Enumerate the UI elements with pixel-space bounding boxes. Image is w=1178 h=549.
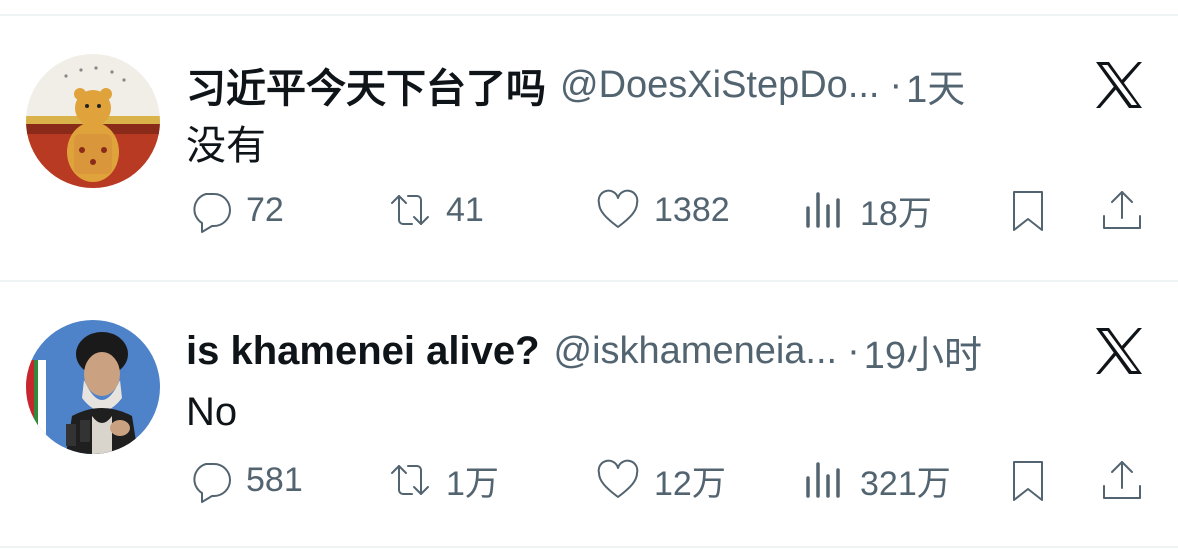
retweet-icon (391, 195, 429, 225)
retweet-count: 41 (446, 190, 484, 229)
retweet-button[interactable]: 41 (386, 180, 484, 240)
like-button[interactable]: 12万 (594, 450, 726, 510)
bookmark-icon (1013, 461, 1043, 501)
bottom-divider (0, 546, 1178, 548)
tweet[interactable]: is khamenei alive? @iskhameneia... · 19小… (0, 282, 1178, 548)
like-count: 12万 (654, 464, 726, 503)
user-handle[interactable]: @DoesXiStepDo... (560, 64, 880, 107)
reply-count: 581 (246, 460, 303, 499)
views-button[interactable]: 18万 (800, 180, 932, 240)
winnie-the-pooh-avatar-icon (26, 54, 160, 188)
views-icon (806, 192, 840, 228)
avatar[interactable] (26, 54, 160, 188)
user-handle[interactable]: @iskhameneia... (554, 330, 838, 373)
views-button[interactable]: 321万 (800, 450, 951, 510)
views-icon (806, 462, 840, 498)
bookmark-icon (1013, 191, 1043, 231)
reply-icon (193, 463, 231, 503)
reply-count: 72 (246, 190, 284, 229)
tweet-header: is khamenei alive? @iskhameneia... · 19小… (186, 316, 1066, 386)
reply-button[interactable]: 581 (186, 450, 303, 510)
like-icon (597, 459, 639, 498)
share-icon (1103, 461, 1141, 499)
khamenei-avatar-icon (26, 320, 160, 454)
tweet-header: 习近平今天下台了吗 @DoesXiStepDo... · 1天 (186, 50, 1066, 120)
share-button[interactable] (1098, 180, 1146, 240)
timestamp[interactable]: 19小时 (864, 324, 982, 379)
retweet-count: 1万 (446, 464, 499, 503)
reply-icon (193, 193, 231, 233)
x-logo-icon (1096, 62, 1142, 108)
like-icon (597, 189, 639, 228)
avatar[interactable] (26, 320, 160, 454)
display-name[interactable]: 习近平今天下台了吗 (186, 56, 546, 114)
bookmark-button[interactable] (1004, 450, 1052, 510)
retweet-button[interactable]: 1万 (386, 450, 499, 510)
like-button[interactable]: 1382 (594, 180, 730, 240)
retweet-icon (391, 465, 429, 495)
separator-dot: · (889, 63, 903, 106)
views-count: 18万 (860, 194, 932, 233)
tweet[interactable]: 习近平今天下台了吗 @DoesXiStepDo... · 1天 没有 72 41 (0, 16, 1178, 282)
action-bar: 581 1万 12万 321万 (0, 450, 1178, 510)
share-icon (1103, 191, 1141, 229)
separator-dot: · (847, 329, 860, 372)
reply-button[interactable]: 72 (186, 180, 284, 240)
action-bar: 72 41 1382 18万 (0, 180, 1178, 240)
tweet-text: 没有 (186, 124, 266, 168)
views-count: 321万 (860, 464, 951, 503)
like-count: 1382 (654, 190, 730, 229)
x-logo-icon (1096, 328, 1142, 374)
display-name[interactable]: is khamenei alive? (186, 329, 540, 374)
bookmark-button[interactable] (1004, 180, 1052, 240)
timestamp[interactable]: 1天 (906, 58, 965, 113)
share-button[interactable] (1098, 450, 1146, 510)
tweet-text: No (186, 390, 238, 434)
